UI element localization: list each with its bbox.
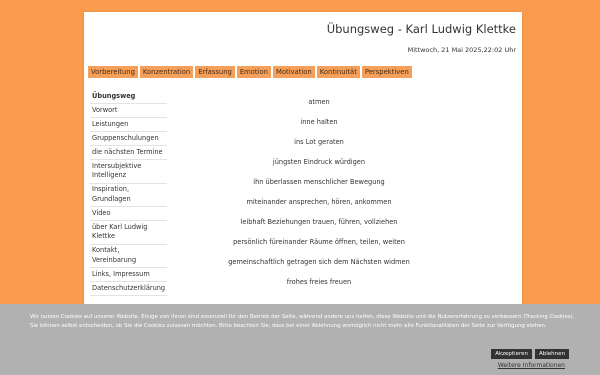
page-container: Übungsweg - Karl Ludwig Klettke Mittwoch… xyxy=(84,12,522,312)
sidebar-item-video[interactable]: Video xyxy=(90,207,167,221)
nav-tab-motivation[interactable]: Motivation xyxy=(272,66,315,78)
sidebar-menu: Übungsweg Vorwort Leistungen Gruppenschu… xyxy=(90,90,167,296)
content-line: jüngsten Eindruck würdigen xyxy=(272,158,366,166)
sidebar-item-datenschutz[interactable]: Datenschutzerklärung xyxy=(90,282,167,296)
cookie-notice-text: Wir nutzen Cookies auf unserer Website. … xyxy=(30,314,575,329)
content-line: persönlich füreinander Räume öffnen, tei… xyxy=(233,238,405,246)
main-content: atmen inne halten ins Lot geraten jüngst… xyxy=(194,94,444,294)
nav-tab-konzentration[interactable]: Konzentration xyxy=(139,66,194,78)
more-info-link[interactable]: Weitere Informationen xyxy=(498,362,565,369)
sidebar-item-intersubjektive-intelligenz[interactable]: Intersubjektive Intelligenz xyxy=(90,160,167,184)
sidebar-item-uebungsweg[interactable]: Übungsweg xyxy=(90,90,167,104)
sidebar-item-vorwort[interactable]: Vorwort xyxy=(90,104,167,118)
current-datetime: Mittwoch, 21 Mai 2025,22:02 Uhr xyxy=(407,46,516,54)
content-line: miteinander ansprechen, hören, ankommen xyxy=(246,198,392,206)
content-line: frohes freies freuen xyxy=(286,278,352,286)
nav-tab-perspektiven[interactable]: Perspektiven xyxy=(361,66,412,78)
content-line: atmen xyxy=(308,98,330,106)
accept-cookies-button[interactable]: Akzeptieren xyxy=(491,349,532,359)
site-title: Übungsweg - Karl Ludwig Klettke xyxy=(326,22,516,36)
content-line: gemeinschaftlich getragen sich dem Nächs… xyxy=(228,258,410,266)
nav-tab-vorbereitung[interactable]: Vorbereitung xyxy=(88,66,138,78)
sidebar-item-kontakt[interactable]: Kontakt, Vereinbarung xyxy=(90,245,167,268)
content-line: ihn überlassen menschlicher Bewegung xyxy=(253,178,385,186)
sidebar-item-inspiration[interactable]: Inspiration, Grundlagen xyxy=(90,184,167,207)
nav-tab-erfassung[interactable]: Erfassung xyxy=(195,66,235,78)
content-line: inne halten xyxy=(300,118,338,126)
sidebar-item-links-impressum[interactable]: Links, Impressum xyxy=(90,268,167,282)
decline-cookies-button[interactable]: Ablehnen xyxy=(534,349,569,359)
sidebar-item-gruppenschulungen[interactable]: Gruppenschulungen xyxy=(90,132,167,146)
sidebar-item-ueber[interactable]: über Karl Ludwig Klettke xyxy=(90,221,167,245)
nav-tab-emotion[interactable]: Emotion xyxy=(236,66,271,78)
content-line: ins Lot geraten xyxy=(294,138,344,146)
main-nav: Vorbereitung Konzentration Erfassung Emo… xyxy=(88,66,412,78)
cookie-button-group: Akzeptieren Ablehnen xyxy=(491,349,569,359)
content-line: leibhaft Beziehungen trauen, führen, vol… xyxy=(240,218,398,226)
sidebar-item-leistungen[interactable]: Leistungen xyxy=(90,118,167,132)
sidebar-item-termine[interactable]: die nächsten Termine xyxy=(90,146,167,160)
cookie-banner: Wir nutzen Cookies auf unserer Website. … xyxy=(0,304,600,375)
nav-tab-kontinuitaet[interactable]: Kontinuität xyxy=(316,66,360,78)
